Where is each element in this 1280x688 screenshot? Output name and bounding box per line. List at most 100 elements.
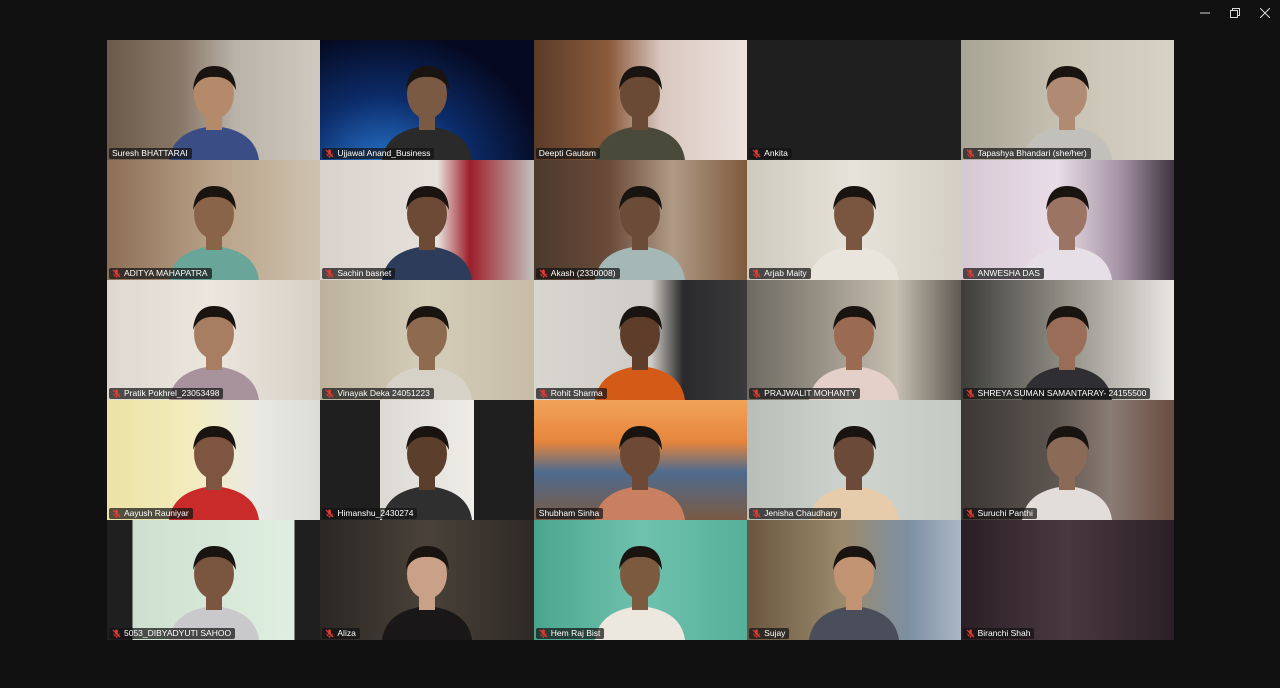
participant-name-tag: Tapashya Bhandari (she/her) [962, 148, 1091, 159]
participant-name-tag: ADITYA MAHAPATRA [109, 268, 212, 279]
participant-name-tag: Rohit Sharma [535, 388, 607, 399]
participant-silhouette [585, 170, 695, 280]
participant-tile-aliza[interactable]: Aliza [320, 520, 534, 640]
participant-name-tag: Shubham Sinha [535, 508, 604, 519]
participant-silhouette [585, 290, 695, 400]
participant-name: Aayush Rauniyar [124, 508, 189, 518]
participant-name: PRAJWALIT MOHANTY [764, 388, 857, 398]
participant-name-tag: Akash (2330008) [535, 268, 620, 279]
participant-name: Aliza [337, 628, 356, 638]
participant-name-tag: Sujay [749, 628, 790, 639]
participant-silhouette [159, 290, 269, 400]
participant-tile-sujay[interactable]: Sujay [747, 520, 961, 640]
participant-silhouette [799, 410, 909, 520]
participant-tile-anwesha-das[interactable]: ANWESHA DAS [960, 160, 1174, 280]
participant-silhouette [372, 530, 482, 640]
minimize-icon [1200, 7, 1210, 21]
participant-name: ADITYA MAHAPATRA [124, 268, 208, 278]
participant-name-tag: Biranchi Shah [962, 628, 1035, 639]
participant-tile-shubham-sinha[interactable]: Shubham Sinha [533, 400, 748, 520]
participant-tile-ujjawal-anand-business[interactable]: Ujjawal Anand_Business [320, 40, 534, 160]
participant-tile-tapashya-bhandari-she-her[interactable]: Tapashya Bhandari (she/her) [960, 40, 1174, 160]
close-button[interactable] [1250, 0, 1280, 28]
participant-tile-suresh-bhattarai[interactable]: Suresh BHATTARAI [107, 40, 321, 160]
participant-name: Sachin basnet [337, 268, 392, 278]
mic-muted-icon [539, 389, 548, 398]
mic-muted-icon [325, 149, 334, 158]
participant-tile-jenisha-chaudhary[interactable]: Jenisha Chaudhary [747, 400, 961, 520]
participant-silhouette [372, 290, 482, 400]
participant-silhouette [585, 410, 695, 520]
participant-name: Jenisha Chaudhary [764, 508, 838, 518]
participant-name: Suruchi Panthi [977, 508, 1033, 518]
participant-tile-rohit-sharma[interactable]: Rohit Sharma [533, 280, 748, 400]
participant-name-tag: Jenisha Chaudhary [749, 508, 842, 519]
participant-name-tag: Hem Raj Bist [535, 628, 605, 639]
mic-muted-icon [325, 389, 334, 398]
participant-tile-akash-2330008[interactable]: Akash (2330008) [533, 160, 748, 280]
participant-silhouette [585, 530, 695, 640]
participant-silhouette [1012, 410, 1122, 520]
participant-name-tag: Aliza [322, 628, 360, 639]
participant-tile-aayush-rauniyar[interactable]: Aayush Rauniyar [107, 400, 321, 520]
mic-muted-icon [966, 389, 975, 398]
participant-name-tag: PRAJWALIT MOHANTY [749, 388, 861, 399]
minimize-button[interactable] [1190, 0, 1220, 28]
participant-tile-aditya-mahapatra[interactable]: ADITYA MAHAPATRA [107, 160, 321, 280]
participant-name: Himanshu_2430274 [337, 508, 414, 518]
participant-name-tag: SHREYA SUMAN SAMANTARAY- 24155500 [962, 388, 1151, 399]
video-off-background [747, 40, 961, 160]
close-icon [1259, 7, 1271, 21]
participant-tile-hem-raj-bist[interactable]: Hem Raj Bist [533, 520, 748, 640]
window-titlebar [1190, 0, 1280, 28]
participant-tile-deepti-gautam[interactable]: Deepti Gautam [533, 40, 748, 160]
participant-name-tag: 5053_DIBYADYUTI SAHOO [109, 628, 236, 639]
mic-muted-icon [112, 629, 121, 638]
participant-silhouette [799, 530, 909, 640]
participant-name-tag: Suruchi Panthi [962, 508, 1037, 519]
mic-muted-icon [966, 149, 975, 158]
mic-muted-icon [966, 269, 975, 278]
participant-silhouette [585, 50, 695, 160]
participant-name: Rohit Sharma [550, 388, 603, 398]
participant-tile-himanshu-2430274[interactable]: Himanshu_2430274 [320, 400, 534, 520]
mic-muted-icon [752, 509, 761, 518]
participant-tile-sachin-basnet[interactable]: Sachin basnet [320, 160, 534, 280]
mic-muted-icon [325, 509, 334, 518]
participant-silhouette [799, 290, 909, 400]
participant-silhouette [159, 530, 269, 640]
participant-name: SHREYA SUMAN SAMANTARAY- 24155500 [977, 388, 1147, 398]
participant-silhouette [1012, 50, 1122, 160]
participant-silhouette [799, 170, 909, 280]
participant-name: Ankita [764, 148, 788, 158]
participant-tile-pratik-pokhrel-23053498[interactable]: Pratik Pokhrel_23053498 [107, 280, 321, 400]
mic-muted-icon [752, 269, 761, 278]
participant-name: Ujjawal Anand_Business [337, 148, 431, 158]
participant-tile-arjab-maity[interactable]: Arjab Maity [747, 160, 961, 280]
participant-name: Hem Raj Bist [550, 628, 601, 638]
participant-tile-prajwalit-mohanty[interactable]: PRAJWALIT MOHANTY [747, 280, 961, 400]
participant-name-tag: Vinayak Deka 24051223 [322, 388, 434, 399]
participant-silhouette [159, 50, 269, 160]
participant-tile-vinayak-deka-24051223[interactable]: Vinayak Deka 24051223 [320, 280, 534, 400]
mic-muted-icon [325, 629, 334, 638]
participant-tile-biranchi-shah[interactable]: Biranchi Shah [960, 520, 1174, 640]
participant-name-tag: Ankita [749, 148, 792, 159]
mic-muted-icon [539, 629, 548, 638]
participant-tile-5053-dibyadyuti-sahoo[interactable]: 5053_DIBYADYUTI SAHOO [107, 520, 321, 640]
participant-name: Arjab Maity [764, 268, 807, 278]
participant-name: Shubham Sinha [538, 508, 600, 518]
mic-muted-icon [539, 269, 548, 278]
participant-name: Sujay [764, 628, 786, 638]
mic-muted-icon [966, 629, 975, 638]
participant-tile-ankita[interactable]: Ankita [747, 40, 961, 160]
mic-muted-icon [112, 509, 121, 518]
participant-name-tag: Himanshu_2430274 [322, 508, 418, 519]
participant-name: 5053_DIBYADYUTI SAHOO [124, 628, 232, 638]
participant-name-tag: ANWESHA DAS [962, 268, 1044, 279]
restore-button[interactable] [1220, 0, 1250, 28]
participant-video [960, 520, 1174, 640]
participant-tile-suruchi-panthi[interactable]: Suruchi Panthi [960, 400, 1174, 520]
participant-tile-shreya-suman-samantaray-24155500[interactable]: SHREYA SUMAN SAMANTARAY- 24155500 [960, 280, 1174, 400]
restore-icon [1230, 7, 1240, 21]
